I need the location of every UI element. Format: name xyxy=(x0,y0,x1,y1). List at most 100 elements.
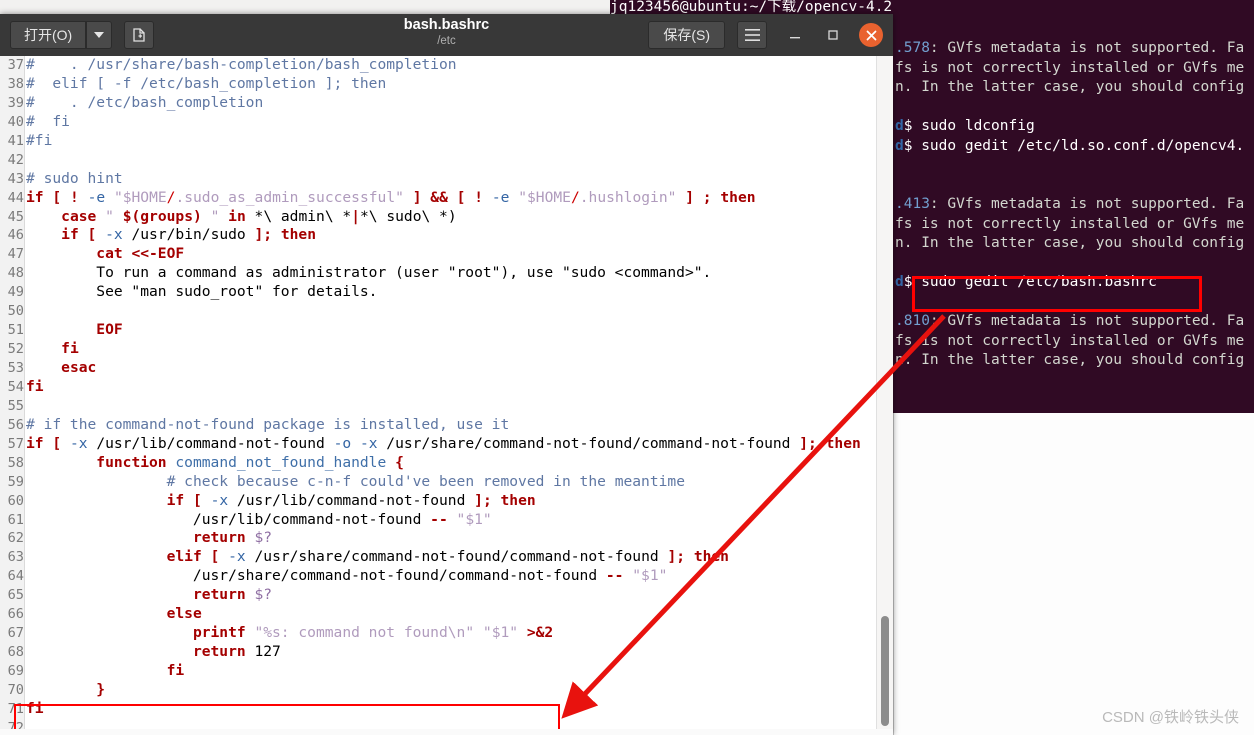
code-line[interactable]: 45 case " $(groups) " in *\ admin\ *|*\ … xyxy=(0,208,875,227)
line-number: 47 xyxy=(7,246,24,263)
code-line[interactable]: 56 # if the command-not-found package is … xyxy=(0,416,875,435)
close-button[interactable] xyxy=(857,21,885,49)
code-line[interactable]: 40 # fi xyxy=(0,113,875,132)
line-number: 63 xyxy=(7,549,24,566)
code-editor-area[interactable]: 37 # . /usr/share/bash-completion/bash_co… xyxy=(0,56,893,735)
editor-bottom-strip xyxy=(0,729,893,735)
code-line[interactable]: 52 fi xyxy=(0,340,875,359)
code-line[interactable]: 68 return 127 xyxy=(0,643,875,662)
line-number: 69 xyxy=(7,663,24,679)
code-line[interactable]: 62 return $? xyxy=(0,529,875,548)
line-number: 57 xyxy=(7,435,24,452)
line-source: if [ -x /usr/lib/command-not-found ]; th… xyxy=(166,491,536,509)
code-line[interactable]: 66 else xyxy=(0,605,875,624)
line-number: 68 xyxy=(7,644,24,661)
code-line[interactable]: 60 if [ -x /usr/lib/command-not-found ];… xyxy=(0,492,875,511)
code-line[interactable]: 37 # . /usr/share/bash-completion/bash_co… xyxy=(0,56,875,75)
terminal-message-line: .578: GVfs metadata is not supported. Fa xyxy=(895,40,1245,56)
code-line[interactable]: 57 if [ -x /usr/lib/command-not-found -o … xyxy=(0,435,875,454)
line-number: 44 xyxy=(7,189,24,206)
code-line[interactable]: 44 if [ ! -e "$HOME/.sudo_as_admin_succes… xyxy=(0,189,875,208)
line-source: # sudo hint xyxy=(26,169,123,187)
line-number: 61 xyxy=(7,511,24,528)
terminal-message-line: fs is not correctly installed or GVfs me xyxy=(895,332,1245,349)
editor-vertical-scrollbar[interactable] xyxy=(876,56,893,735)
line-source: return $? xyxy=(192,586,273,604)
line-source: # check because c-n-f could've been remo… xyxy=(166,472,685,490)
terminal-message-line: n. In the latter case, you should config xyxy=(895,79,1245,95)
line-number: 56 xyxy=(7,416,24,433)
code-line[interactable]: 38 # elif [ -f /etc/bash_completion ]; th… xyxy=(0,75,875,94)
code-line[interactable]: 69 fi xyxy=(0,662,875,681)
save-button[interactable]: 保存(S) xyxy=(648,21,725,49)
line-source xyxy=(26,397,35,416)
code-line[interactable]: 41 #fi xyxy=(0,132,875,151)
code-line[interactable]: 58 function command_not_found_handle { xyxy=(0,454,875,473)
code-line[interactable]: 42 xyxy=(0,151,875,170)
line-source: fi xyxy=(61,340,79,358)
hamburger-menu-icon[interactable] xyxy=(737,21,767,49)
line-source xyxy=(26,302,35,321)
line-source: # elif [ -f /etc/bash_completion ]; then xyxy=(26,74,387,92)
gedit-window[interactable]: 打开(O) bash.bashrc /etc 保存(S) 37 # . /usr… xyxy=(0,14,893,735)
code-line[interactable]: 50 xyxy=(0,302,875,321)
line-number: 52 xyxy=(7,341,24,358)
source-code-view[interactable]: 37 # . /usr/share/bash-completion/bash_co… xyxy=(0,56,875,735)
open-button[interactable]: 打开(O) xyxy=(10,21,87,49)
line-source: fi xyxy=(26,377,44,395)
code-line[interactable]: 39 # . /etc/bash_completion xyxy=(0,94,875,113)
code-line[interactable]: 61 /usr/lib/command-not-found -- "$1" xyxy=(0,511,875,530)
terminal-command-line: d$ sudo gedit /etc/ld.so.conf.d/opencv4. xyxy=(895,137,1245,154)
terminal-message-line: fs is not correctly installed or GVfs me xyxy=(895,59,1245,76)
maximize-button[interactable] xyxy=(819,21,847,49)
line-source: To run a command as administrator (user … xyxy=(26,264,712,282)
line-number: 70 xyxy=(7,681,24,698)
line-source: cat <<-EOF xyxy=(96,245,185,263)
code-line[interactable]: 49 See "man sudo_root" for details. xyxy=(0,283,875,302)
chevron-down-glyph xyxy=(94,31,105,38)
code-line[interactable]: 48 To run a command as administrator (us… xyxy=(0,264,875,283)
line-source: if [ -x /usr/bin/sudo ]; then xyxy=(61,226,317,244)
line-number: 41 xyxy=(7,132,24,149)
terminal-window[interactable]: .578: GVfs metadata is not supported. Fa… xyxy=(893,0,1254,413)
code-line[interactable]: 55 xyxy=(0,397,875,416)
code-line[interactable]: 59 # check because c-n-f could've been r… xyxy=(0,473,875,492)
terminal-command-line: d$ sudo ldconfig xyxy=(895,118,1035,134)
line-number: 62 xyxy=(7,530,24,547)
code-line[interactable]: 47 cat <<-EOF xyxy=(0,245,875,264)
line-number: 65 xyxy=(7,587,24,604)
gedit-header-bar: 打开(O) bash.bashrc /etc 保存(S) xyxy=(0,14,893,57)
code-line[interactable]: 43 # sudo hint xyxy=(0,170,875,189)
line-number: 39 xyxy=(7,94,24,111)
line-source: # if the command-not-found package is in… xyxy=(26,415,510,433)
line-number: 49 xyxy=(7,284,24,301)
line-source: #fi xyxy=(26,131,53,149)
code-line[interactable]: 54 fi xyxy=(0,378,875,397)
chevron-down-icon[interactable] xyxy=(86,21,113,49)
code-line[interactable]: 65 return $? xyxy=(0,586,875,605)
code-line[interactable]: 51 EOF xyxy=(0,321,875,340)
minimize-icon xyxy=(790,37,800,39)
code-line[interactable]: 71 fi xyxy=(0,700,875,719)
new-document-icon[interactable] xyxy=(124,21,155,49)
code-line[interactable]: 53 esac xyxy=(0,359,875,378)
code-line[interactable]: 70 } xyxy=(0,681,875,700)
line-source: if [ ! -e "$HOME/.sudo_as_admin_successf… xyxy=(26,188,756,206)
code-line[interactable]: 46 if [ -x /usr/bin/sudo ]; then xyxy=(0,226,875,245)
line-source: # . /usr/share/bash-completion/bash_comp… xyxy=(26,56,457,73)
scrollbar-thumb[interactable] xyxy=(881,616,889,726)
line-number: 50 xyxy=(7,303,24,320)
code-line[interactable]: 63 elif [ -x /usr/share/command-not-foun… xyxy=(0,548,875,567)
line-number: 64 xyxy=(7,568,24,585)
line-number: 51 xyxy=(7,322,24,339)
line-source: if [ -x /usr/lib/command-not-found -o -x… xyxy=(26,434,861,452)
code-line[interactable]: 64 /usr/share/command-not-found/command-… xyxy=(0,567,875,586)
code-line[interactable]: 67 printf "%s: command not found\n" "$1"… xyxy=(0,624,875,643)
minimize-button[interactable] xyxy=(781,21,809,49)
